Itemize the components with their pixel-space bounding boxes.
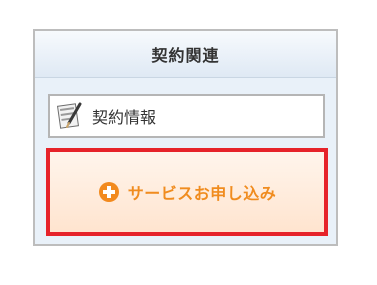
plus-circle-icon — [98, 181, 120, 203]
panel-header: 契約関連 — [35, 31, 336, 78]
service-apply-button[interactable]: サービスお申し込み — [46, 148, 328, 236]
contract-info-label: 契約情報 — [92, 108, 157, 127]
contract-panel: 契約関連 契約情報 サービスお申し込み — [33, 29, 338, 246]
panel-title: 契約関連 — [151, 46, 220, 65]
service-apply-label: サービスお申し込み — [127, 184, 277, 203]
document-pen-icon — [56, 101, 84, 131]
contract-info-link[interactable]: 契約情報 — [48, 94, 325, 138]
